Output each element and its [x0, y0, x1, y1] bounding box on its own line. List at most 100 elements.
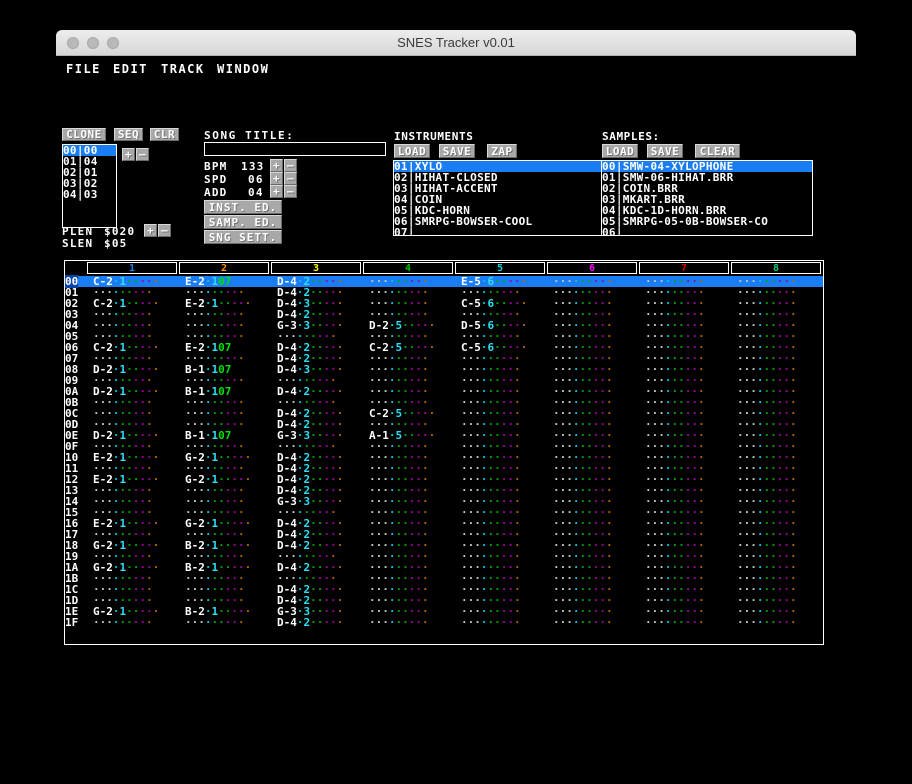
menu-edit[interactable]: EDIT — [113, 62, 148, 76]
cell-sep: · — [296, 616, 304, 629]
track-header-2[interactable]: 2 — [179, 262, 269, 274]
pattern-row[interactable]: 05 ········· ········· ········· ········· ··… — [65, 331, 823, 342]
track-header-3[interactable]: 3 — [271, 262, 361, 274]
pattern-row[interactable]: 06 C-2·1····· E-2·107 D-4·2····· C-2·5····· C… — [65, 342, 823, 353]
cell-empty-dot: · — [783, 616, 790, 629]
pattern-row[interactable]: 1E G-2·1····· B-2·1····· G-3·3····· ········… — [65, 606, 823, 617]
track-header-6[interactable]: 6 — [547, 262, 637, 274]
bpm-plus-button[interactable]: + — [270, 159, 283, 172]
sequence-list[interactable]: 00|00 01|04 02|01 03|02 04|03 — [62, 144, 117, 228]
add-minus-button[interactable]: – — [284, 185, 297, 198]
pattern-row[interactable]: 01 ········· ········· D-4·2····· ········· ·… — [65, 287, 823, 298]
bpm-value: 133 — [241, 160, 265, 173]
app-window: SNES Tracker v0.01 FILE EDIT TRACK WINDO… — [56, 30, 856, 645]
sequence-row[interactable]: 04|03 — [63, 189, 116, 200]
plen-minus-button[interactable]: – — [158, 224, 171, 237]
pattern-row[interactable]: 12 E-2·1····· G-2·1····· D-4·2····· ········… — [65, 474, 823, 485]
pattern-row[interactable]: 02 C-2·1····· E-2·1····· D-4·3····· ········… — [65, 298, 823, 309]
pattern-row[interactable]: 1A G-2·1····· B-2·1····· D-4·2····· ········… — [65, 562, 823, 573]
seq-button[interactable]: SEQ — [114, 128, 143, 141]
samples-clear-button[interactable]: CLEAR — [695, 144, 740, 158]
pattern-cell[interactable]: ········· — [185, 617, 245, 628]
plen-plus-button[interactable]: + — [144, 224, 157, 237]
clone-button[interactable]: CLONE — [62, 128, 106, 141]
pattern-row[interactable]: 17 ········· ········· D-4·2····· ········· ·… — [65, 529, 823, 540]
pattern-row[interactable]: 08 D-2·1····· B-1·107 D-4·3····· ········· ··… — [65, 364, 823, 375]
pattern-cell[interactable]: ········· — [645, 617, 705, 628]
add-plus-button[interactable]: + — [270, 185, 283, 198]
track-header-5[interactable]: 5 — [455, 262, 545, 274]
pattern-row[interactable]: 0F ········· ········· ········· ········· ··… — [65, 441, 823, 452]
instrument-row[interactable]: 07| — [394, 227, 604, 235]
instruments-save-button[interactable]: SAVE — [439, 144, 475, 158]
cell-empty-dot: · — [323, 616, 330, 629]
pattern-row[interactable]: 18 G-2·1····· B-2·1····· D-4·2····· ········… — [65, 540, 823, 551]
pattern-row[interactable]: 09 ········· ········· ········· ········· ··… — [65, 375, 823, 386]
pattern-row[interactable]: 0D ········· ········· D-4·2····· ········· ·… — [65, 419, 823, 430]
samp-editor-button[interactable]: SAMP. ED. — [204, 215, 282, 229]
sample-row[interactable]: 06| — [602, 227, 812, 235]
pattern-row[interactable]: 03 ········· ········· D-4·2····· ········· ·… — [65, 309, 823, 320]
pattern-cell[interactable]: ········· — [737, 617, 797, 628]
spd-minus-button[interactable]: – — [284, 172, 297, 185]
cell-empty-dot: · — [514, 616, 521, 629]
pattern-cell[interactable]: D-4·2····· — [277, 617, 343, 628]
menu-track[interactable]: TRACK — [161, 62, 205, 76]
pattern-cell[interactable]: ········· — [553, 617, 613, 628]
app-body: FILE EDIT TRACK WINDOW CLONE SEQ CLR 00|… — [56, 56, 856, 645]
pattern-row[interactable]: 00 C-2·1····· E-2·107 D-4·2····· ········· E-… — [65, 275, 823, 288]
cell-empty-dot: · — [586, 616, 593, 629]
pattern-row[interactable]: 1F ········· ········· D-4·2····· ········· ·… — [65, 617, 823, 628]
instruments-zap-button[interactable]: ZAP — [487, 144, 517, 158]
pattern-rows[interactable]: 00 C-2·1····· E-2·107 D-4·2····· ········· E-… — [65, 275, 823, 628]
pattern-row[interactable]: 16 E-2·1····· G-2·1····· D-4·2····· ········… — [65, 518, 823, 529]
row-number: 1F — [65, 616, 79, 629]
pattern-cell[interactable]: ········· — [369, 617, 429, 628]
pattern-row[interactable]: 14 ········· ········· G-3·3····· ········· ·… — [65, 496, 823, 507]
pattern-row[interactable]: 10 E-2·1····· G-2·1····· D-4·2····· ········… — [65, 452, 823, 463]
cell-empty-note: ··· — [369, 616, 389, 629]
window-titlebar: SNES Tracker v0.01 — [56, 30, 856, 56]
pattern-cell[interactable]: ········· — [461, 617, 521, 628]
pattern-cell[interactable]: ········· — [93, 617, 153, 628]
cell-empty-dot: · — [422, 616, 429, 629]
pattern-row[interactable]: 0B ········· ········· ········· ········· ··… — [65, 397, 823, 408]
sequence-plus-button[interactable]: + — [122, 148, 135, 161]
pattern-row[interactable]: 11 ········· ········· D-4·2····· ········· ·… — [65, 463, 823, 474]
spd-plus-button[interactable]: + — [270, 172, 283, 185]
pattern-row[interactable]: 04 ········· ········· G-3·3····· D-2·5·····… — [65, 320, 823, 331]
track-header-1[interactable]: 1 — [87, 262, 177, 274]
pattern-row[interactable]: 0C ········· ········· D-4·2····· C-2·5·····… — [65, 408, 823, 419]
instruments-load-button[interactable]: LOAD — [394, 144, 430, 158]
pattern-row[interactable]: 1D ········· ········· D-4·2····· ········· ·… — [65, 595, 823, 606]
clr-button[interactable]: CLR — [150, 128, 179, 141]
pattern-editor[interactable]: 12345678 00 C-2·1····· E-2·107 D-4·2····· ··… — [64, 260, 824, 645]
cell-empty-dot: · — [678, 616, 685, 629]
track-header-8[interactable]: 8 — [731, 262, 821, 274]
instrument-row[interactable]: 06|SMRPG-BOWSER-COOL — [394, 216, 604, 227]
song-title-input[interactable] — [204, 142, 386, 156]
menu-file[interactable]: FILE — [66, 62, 101, 76]
sequence-minus-button[interactable]: – — [136, 148, 149, 161]
track-header-7[interactable]: 7 — [639, 262, 729, 274]
pattern-row[interactable]: 15 ········· ········· ········· ········· ··… — [65, 507, 823, 518]
instruments-list[interactable]: 01|XYLO 02|HIHAT-CLOSED 03|HIHAT-ACCENT … — [393, 160, 605, 236]
cell-empty-dot: · — [415, 616, 422, 629]
samples-list[interactable]: 00|SMW-04-XYLOPHONE 01|SMW-06-HIHAT.BRR … — [601, 160, 813, 236]
track-header-4[interactable]: 4 — [363, 262, 453, 274]
pattern-row[interactable]: 1B ········· ········· ········· ········· ··… — [65, 573, 823, 584]
bpm-minus-button[interactable]: – — [284, 159, 297, 172]
samples-load-button[interactable]: LOAD — [602, 144, 638, 158]
song-settings-button[interactable]: SNG SETT. — [204, 230, 282, 244]
pattern-row[interactable]: 1C ········· ········· D-4·2····· ········· ·… — [65, 584, 823, 595]
samples-save-button[interactable]: SAVE — [647, 144, 683, 158]
cell-empty-dot: · — [330, 616, 337, 629]
pattern-row[interactable]: 0A D-2·1····· B-1·107 D-4·2····· ········· ··… — [65, 386, 823, 397]
pattern-row[interactable]: 07 ········· ········· D-4·2····· ········· ·… — [65, 353, 823, 364]
sample-row[interactable]: 05|SMRPG-05-0B-BOWSER-CO — [602, 216, 812, 227]
pattern-row[interactable]: 0E D-2·1····· B-1·107 G-3·3····· A-1·5····· ·… — [65, 430, 823, 441]
pattern-row[interactable]: 19 ········· ········· ········· ········· ··… — [65, 551, 823, 562]
inst-editor-button[interactable]: INST. ED. — [204, 200, 282, 214]
menu-window[interactable]: WINDOW — [217, 62, 269, 76]
pattern-row[interactable]: 13 ········· ········· D-4·2····· ········· ·… — [65, 485, 823, 496]
